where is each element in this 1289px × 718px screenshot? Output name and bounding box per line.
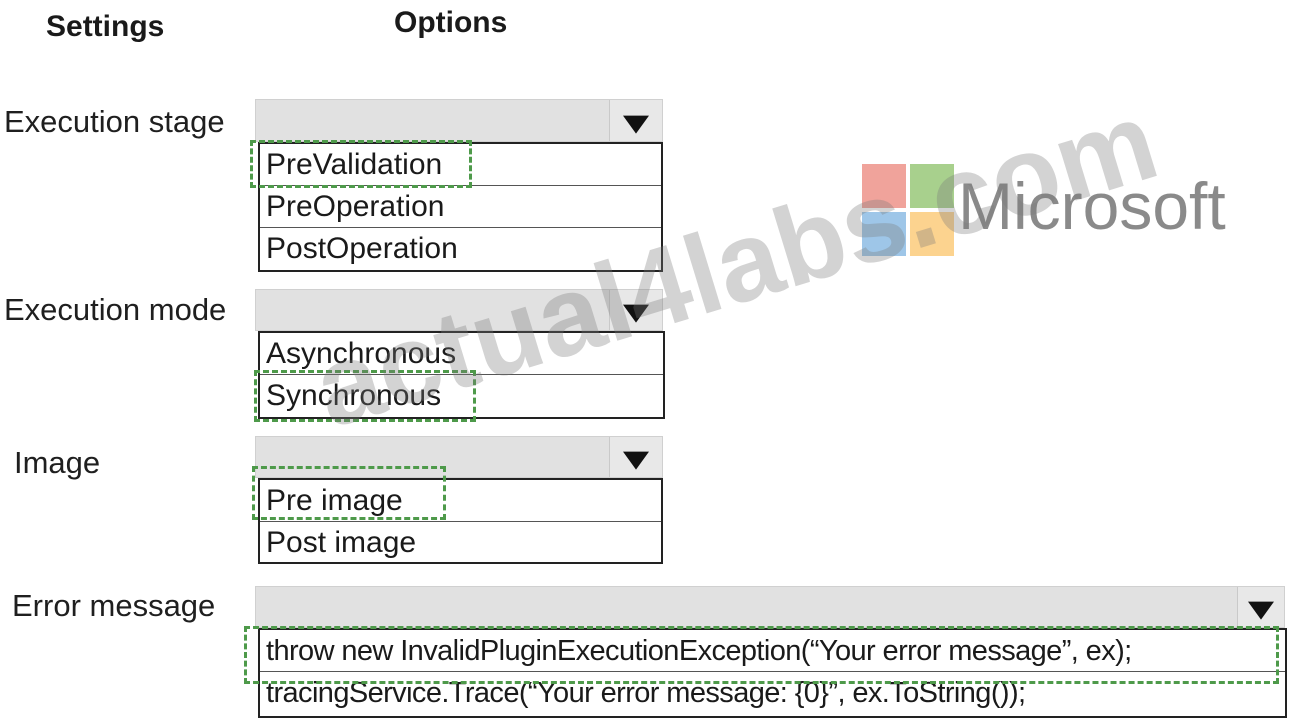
image-label: Image bbox=[14, 445, 101, 480]
options-header: Options bbox=[394, 6, 508, 39]
error-message-dropdown[interactable] bbox=[255, 586, 1285, 628]
execution-mode-label: Execution mode bbox=[4, 292, 227, 327]
chevron-down-icon[interactable] bbox=[1237, 587, 1284, 627]
execution-stage-dropdown[interactable] bbox=[255, 99, 663, 142]
chevron-down-icon[interactable] bbox=[609, 100, 662, 141]
error-message-options: throw new InvalidPluginExecutionExceptio… bbox=[258, 628, 1287, 718]
chevron-down-icon[interactable] bbox=[609, 437, 662, 477]
image-dropdown[interactable] bbox=[255, 436, 663, 478]
option-prevalidation[interactable]: PreValidation bbox=[260, 144, 661, 186]
settings-header: Settings bbox=[46, 10, 165, 43]
option-tracing-service[interactable]: tracingService.Trace(“Your error message… bbox=[260, 672, 1285, 714]
execution-stage-label: Execution stage bbox=[4, 104, 225, 139]
option-pre-image[interactable]: Pre image bbox=[260, 480, 661, 522]
option-throw-exception[interactable]: throw new InvalidPluginExecutionExceptio… bbox=[260, 630, 1285, 672]
image-options: Pre image Post image bbox=[258, 478, 663, 564]
option-preoperation[interactable]: PreOperation bbox=[260, 186, 661, 228]
error-message-label: Error message bbox=[12, 588, 216, 623]
option-post-image[interactable]: Post image bbox=[260, 522, 661, 564]
